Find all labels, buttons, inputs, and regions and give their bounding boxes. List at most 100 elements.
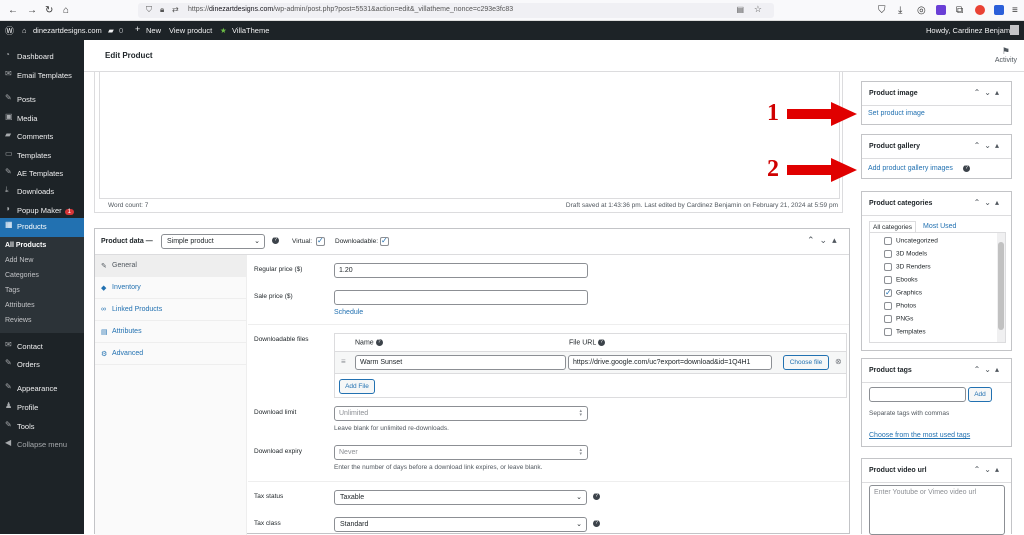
sidebar-item-ae-templates[interactable]: ✎ AE Templates: [0, 165, 84, 183]
sidebar-item-templates[interactable]: ▭ Templates: [0, 147, 84, 165]
sidebar-item-tools[interactable]: ✎ Tools: [0, 418, 84, 436]
tags-input[interactable]: [869, 387, 966, 402]
wordpress-logo-icon[interactable]: Ⓦ: [5, 24, 14, 37]
tab-general[interactable]: ✎ General: [95, 255, 246, 277]
category-item[interactable]: PNGs: [884, 315, 913, 323]
file-url-input[interactable]: https://drive.google.com/uc?export=downl…: [568, 355, 772, 370]
comments-icon[interactable]: ▰: [108, 26, 114, 35]
category-item[interactable]: 3D Models: [884, 250, 927, 258]
remove-file-icon[interactable]: ⊗: [835, 357, 842, 366]
home-icon[interactable]: ⌂: [63, 5, 69, 16]
submenu-categories[interactable]: Categories: [5, 272, 39, 279]
adminbar-howdy[interactable]: Howdy, Cardinez Benjamin: [926, 26, 1016, 35]
submenu-all-products[interactable]: All Products: [5, 242, 46, 249]
sidebar-item-downloads[interactable]: ⤓ Downloads: [0, 183, 84, 201]
panel-move-controls[interactable]: ⌃⌄▴: [807, 235, 842, 246]
tab-most-used[interactable]: Most Used: [923, 223, 956, 230]
set-product-image-link[interactable]: Set product image: [868, 110, 925, 117]
virtual-checkbox[interactable]: [316, 236, 325, 246]
browser-toolbar: ← → ↻ ⌂ ⛉ 🔒︎ ⇄ https://dinezartdesigns.c…: [0, 0, 1024, 21]
box-controls[interactable]: ⌃⌄▴: [974, 365, 1003, 374]
box-controls[interactable]: ⌃⌄▴: [974, 88, 1003, 97]
category-item[interactable]: Uncategorized: [884, 237, 938, 245]
avatar[interactable]: [1010, 25, 1019, 35]
regular-price-input[interactable]: 1.20: [334, 263, 588, 278]
sidebar-item-posts[interactable]: ✎ Posts: [0, 91, 84, 109]
category-item[interactable]: Ebooks: [884, 276, 918, 284]
tab-linked-products[interactable]: ∞ Linked Products: [95, 299, 246, 321]
pocket-icon[interactable]: ⛉: [878, 5, 886, 16]
sidebar-item-profile[interactable]: ♟ Profile: [0, 399, 84, 417]
sidebar-item-products[interactable]: ▦ Products: [0, 218, 84, 237]
downloadable-label: Downloadable:: [335, 238, 379, 245]
comments-count[interactable]: 0: [119, 26, 123, 35]
editor-textarea[interactable]: [99, 72, 840, 199]
adminbar-villatheme[interactable]: VillaTheme: [232, 26, 269, 35]
submenu-attributes[interactable]: Attributes: [5, 302, 35, 309]
product-type-select[interactable]: Simple product ⌄: [161, 234, 265, 249]
category-item[interactable]: Photos: [884, 302, 916, 310]
downloadable-checkbox[interactable]: [380, 236, 389, 246]
box-controls[interactable]: ⌃⌄▴: [974, 465, 1003, 474]
drag-handle-icon[interactable]: ≡: [341, 357, 346, 366]
box-controls[interactable]: ⌃⌄▴: [974, 141, 1003, 150]
tab-attributes[interactable]: ▤ Attributes: [95, 321, 246, 343]
url-domain: dinezartdesigns.com: [209, 6, 274, 13]
sidebar-item-orders[interactable]: ✎ Orders: [0, 356, 84, 374]
adminbar-view-product[interactable]: View product: [169, 26, 212, 35]
bookmark-star-icon[interactable]: ☆: [754, 4, 762, 15]
sidebar-item-email-templates[interactable]: ✉ Email Templates: [0, 67, 84, 85]
products-icon: ▦: [5, 220, 13, 229]
sidebar-item-contact[interactable]: ✉ Contact: [0, 338, 84, 356]
adminbar-new[interactable]: New: [146, 26, 161, 35]
scrollbar-thumb[interactable]: [998, 242, 1004, 330]
address-bar[interactable]: ⛉ 🔒︎ ⇄ https://dinezartdesigns.com/wp-ad…: [138, 3, 774, 18]
extension-2-icon[interactable]: [994, 5, 1004, 15]
tab-advanced[interactable]: ⚙ Advanced: [95, 343, 246, 365]
submenu-tags[interactable]: Tags: [5, 287, 20, 294]
stepper-icon[interactable]: ▴ ▾: [579, 448, 582, 457]
download-limit-input[interactable]: Unlimited ▴ ▾: [334, 406, 588, 421]
video-url-textarea[interactable]: Enter Youtube or Vimeo video url: [869, 485, 1005, 535]
account-icon[interactable]: ◎: [917, 5, 926, 16]
sidebar-item-comments[interactable]: ▰ Comments: [0, 128, 84, 146]
add-gallery-images-link[interactable]: Add product gallery images: [868, 165, 953, 172]
box-controls[interactable]: ⌃⌄▴: [974, 198, 1003, 207]
downloads-icon[interactable]: ⤓: [898, 5, 902, 16]
adminbar-site-name[interactable]: dinezartdesigns.com: [33, 26, 102, 35]
reload-icon[interactable]: ↻: [45, 5, 53, 16]
scrollbar[interactable]: [997, 233, 1005, 342]
download-expiry-placeholder: Never: [339, 449, 358, 456]
tax-status-select[interactable]: Taxable ⌄: [334, 490, 587, 505]
extension-icon[interactable]: [936, 5, 946, 15]
add-file-button[interactable]: Add File: [339, 379, 375, 394]
activity-button[interactable]: ⚑ Activity: [995, 46, 1017, 64]
plus-icon[interactable]: +: [135, 24, 140, 34]
sidebar-item-appearance[interactable]: ✎ Appearance: [0, 380, 84, 398]
tax-status-label: Tax status: [254, 493, 284, 500]
download-expiry-input[interactable]: Never ▴ ▾: [334, 445, 588, 460]
add-tag-button[interactable]: Add: [968, 387, 992, 402]
schedule-link[interactable]: Schedule: [334, 309, 363, 316]
category-item[interactable]: Graphics: [884, 288, 922, 297]
back-icon[interactable]: ←: [8, 5, 18, 16]
tab-inventory[interactable]: ◆ Inventory: [95, 277, 246, 299]
submenu-reviews[interactable]: Reviews: [5, 317, 31, 324]
file-name-input[interactable]: Warm Sunset: [355, 355, 566, 370]
overflow-menu-icon[interactable]: ≡: [1012, 5, 1018, 16]
forward-icon[interactable]: →: [27, 5, 37, 16]
sidebar-item-media[interactable]: ▣ Media: [0, 110, 84, 128]
sidebar-item-dashboard[interactable]: ◔ Dashboard: [0, 48, 84, 66]
extensions-puzzle-icon[interactable]: ⧉: [956, 5, 963, 16]
reader-icon[interactable]: ▤: [736, 5, 744, 14]
choose-tags-link[interactable]: Choose from the most used tags: [869, 432, 970, 439]
chrome-extension-icon[interactable]: [975, 5, 985, 15]
tax-class-select[interactable]: Standard ⌄: [334, 517, 587, 532]
category-item[interactable]: 3D Renders: [884, 263, 931, 271]
category-item[interactable]: Templates: [884, 328, 926, 336]
collapse-menu[interactable]: ◀ Collapse menu: [0, 436, 84, 454]
sale-price-input[interactable]: [334, 290, 588, 305]
stepper-icon[interactable]: ▴ ▾: [579, 409, 582, 418]
submenu-add-new[interactable]: Add New: [5, 257, 33, 264]
choose-file-button[interactable]: Choose file: [783, 355, 829, 370]
